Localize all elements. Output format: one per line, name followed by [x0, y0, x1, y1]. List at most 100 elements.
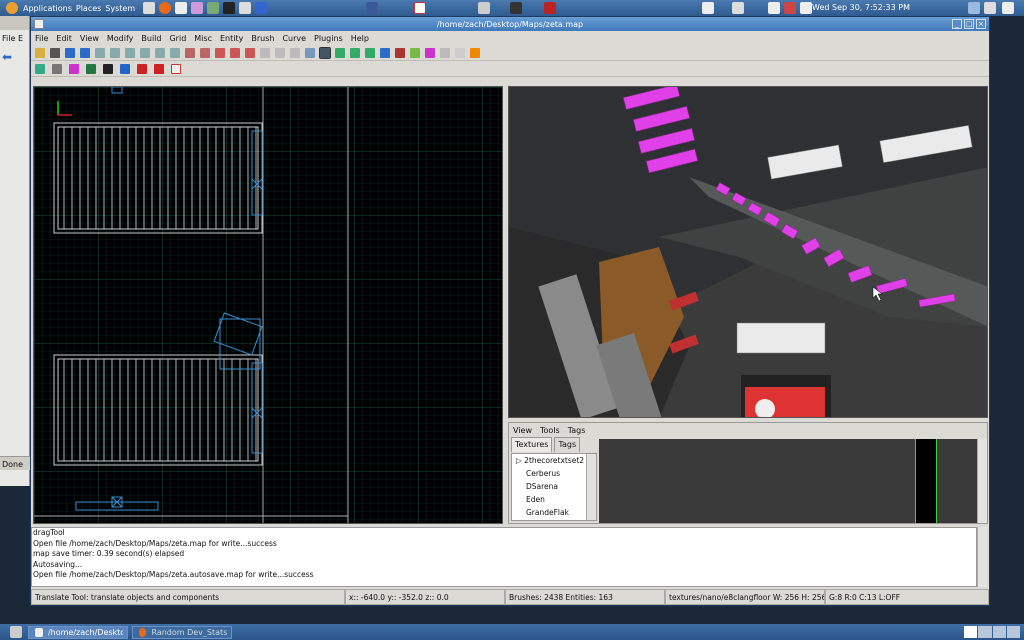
tex-menu-tags[interactable]: Tags — [568, 426, 586, 435]
cancel-icon[interactable] — [171, 63, 181, 74]
menu-edit[interactable]: Edit — [56, 34, 72, 43]
camera-icon[interactable] — [275, 47, 285, 58]
places-menu[interactable]: Places — [76, 4, 101, 13]
menu-grid[interactable]: Grid — [169, 34, 186, 43]
clipper-icon[interactable] — [260, 47, 270, 58]
xy-view[interactable] — [33, 86, 503, 524]
texture-icon[interactable] — [425, 47, 435, 58]
shutdown-icon[interactable] — [1002, 2, 1014, 14]
texture-thumbnail[interactable] — [915, 439, 937, 523]
refresh-icon[interactable] — [455, 47, 465, 58]
launcher-icon[interactable] — [143, 2, 156, 14]
launcher-icon[interactable] — [207, 2, 220, 14]
tray-icon[interactable] — [968, 2, 980, 14]
applications-menu[interactable]: Applications — [4, 2, 72, 14]
flip-z-icon[interactable] — [155, 47, 165, 58]
tab-textures[interactable]: Textures — [511, 437, 553, 452]
csg-merge-icon[interactable] — [230, 47, 240, 58]
translate-icon[interactable] — [319, 46, 331, 59]
menu-brush[interactable]: Brush — [251, 34, 274, 43]
list-item[interactable]: Cerberus — [512, 467, 596, 480]
select-icon[interactable] — [185, 47, 195, 58]
printer-icon[interactable] — [732, 2, 744, 14]
drag-icon[interactable] — [365, 47, 375, 58]
expander-icon[interactable]: ▷ — [516, 456, 522, 465]
tab-tags[interactable]: Tags — [554, 437, 581, 452]
menu-curve[interactable]: Curve — [282, 34, 306, 43]
tray-icon[interactable] — [784, 2, 796, 14]
launcher-icon[interactable] — [191, 2, 204, 14]
bg-menu-file[interactable]: File — [2, 34, 15, 43]
vertex-icon[interactable] — [380, 47, 390, 58]
texture-scrollbar[interactable] — [977, 439, 987, 523]
shader-icon[interactable] — [440, 47, 450, 58]
mesh-icon[interactable] — [103, 63, 113, 74]
arrow-right-icon[interactable] — [80, 47, 90, 58]
show-desktop-icon[interactable] — [10, 626, 22, 638]
camera-view[interactable] — [508, 86, 988, 418]
gmail-icon[interactable] — [414, 2, 426, 14]
app-icon[interactable] — [702, 2, 714, 14]
menu-help[interactable]: Help — [351, 34, 369, 43]
list-item[interactable]: Eden — [512, 493, 596, 506]
view-cubic-icon[interactable] — [305, 47, 315, 58]
launcher-icon[interactable] — [223, 2, 236, 14]
hollow-icon[interactable] — [245, 47, 255, 58]
cycle-icon[interactable] — [35, 63, 45, 74]
rotate-x-icon[interactable] — [110, 47, 120, 58]
console[interactable]: dragTool Open file /home/zach/Desktop/Ma… — [31, 527, 977, 587]
tree-scrollbar[interactable] — [586, 454, 596, 520]
tex-menu-view[interactable]: View — [513, 426, 532, 435]
close-icon[interactable]: × — [976, 19, 986, 29]
firefox-icon[interactable] — [159, 2, 172, 14]
menu-build[interactable]: Build — [141, 34, 161, 43]
flip-y-icon[interactable] — [125, 47, 135, 58]
menu-modify[interactable]: Modify — [107, 34, 134, 43]
launcher-icon[interactable] — [239, 2, 252, 14]
workspace-switcher[interactable] — [964, 626, 1020, 638]
taskbar-firefox[interactable]: Random Dev_Stats - ··· — [132, 625, 232, 639]
plugin-icon[interactable] — [470, 47, 480, 58]
launcher-icon[interactable] — [255, 2, 268, 14]
minimize-icon[interactable]: _ — [952, 19, 962, 29]
select-inside-icon[interactable] — [200, 47, 210, 58]
menu-misc[interactable]: Misc — [194, 34, 212, 43]
patch-icon[interactable] — [395, 47, 405, 58]
filezilla-icon[interactable] — [544, 2, 556, 14]
tray-icon[interactable] — [768, 2, 780, 14]
menu-entity[interactable]: Entity — [220, 34, 243, 43]
facebook-icon[interactable] — [366, 2, 378, 14]
window-titlebar[interactable]: /home/zach/Desktop/Maps/zeta.map _ □ × — [31, 17, 989, 31]
printer-icon[interactable] — [478, 2, 490, 14]
menu-plugins[interactable]: Plugins — [314, 34, 343, 43]
menu-file[interactable]: File — [35, 34, 48, 43]
tree-icon[interactable] — [86, 63, 96, 74]
texture-grid[interactable] — [599, 439, 979, 523]
rotate-icon[interactable] — [335, 47, 345, 58]
reload-icon[interactable] — [52, 63, 62, 74]
flip-x-icon[interactable] — [95, 47, 105, 58]
tex-menu-tools[interactable]: Tools — [540, 426, 560, 435]
bg-menu-edit[interactable]: E — [18, 34, 23, 43]
maximize-icon[interactable]: □ — [964, 19, 974, 29]
menu-view[interactable]: View — [80, 34, 99, 43]
launcher-icon[interactable] — [175, 2, 188, 14]
open-icon[interactable] — [35, 47, 45, 58]
rotate-z-icon[interactable] — [170, 47, 180, 58]
list-item[interactable]: ▷ 2thecoretxtset2 — [512, 454, 596, 467]
rotate-y-icon[interactable] — [140, 47, 150, 58]
magenta-tool-icon[interactable] — [69, 63, 79, 74]
list-item[interactable]: GrandeFlak — [512, 506, 596, 519]
guitar-icon[interactable] — [510, 2, 522, 14]
split-icon[interactable] — [137, 63, 147, 74]
csg-subtract-icon[interactable] — [215, 47, 225, 58]
merge-icon[interactable] — [154, 63, 164, 74]
system-menu[interactable]: System — [105, 4, 135, 13]
clock[interactable]: Wed Sep 30, 7:52:33 PM — [812, 3, 910, 12]
texture-lock-icon[interactable] — [290, 47, 300, 58]
entity-icon[interactable] — [410, 47, 420, 58]
scale-icon[interactable] — [350, 47, 360, 58]
tray-icon[interactable] — [800, 2, 812, 14]
network-icon[interactable] — [984, 2, 996, 14]
console-scrollbar[interactable] — [977, 527, 987, 587]
